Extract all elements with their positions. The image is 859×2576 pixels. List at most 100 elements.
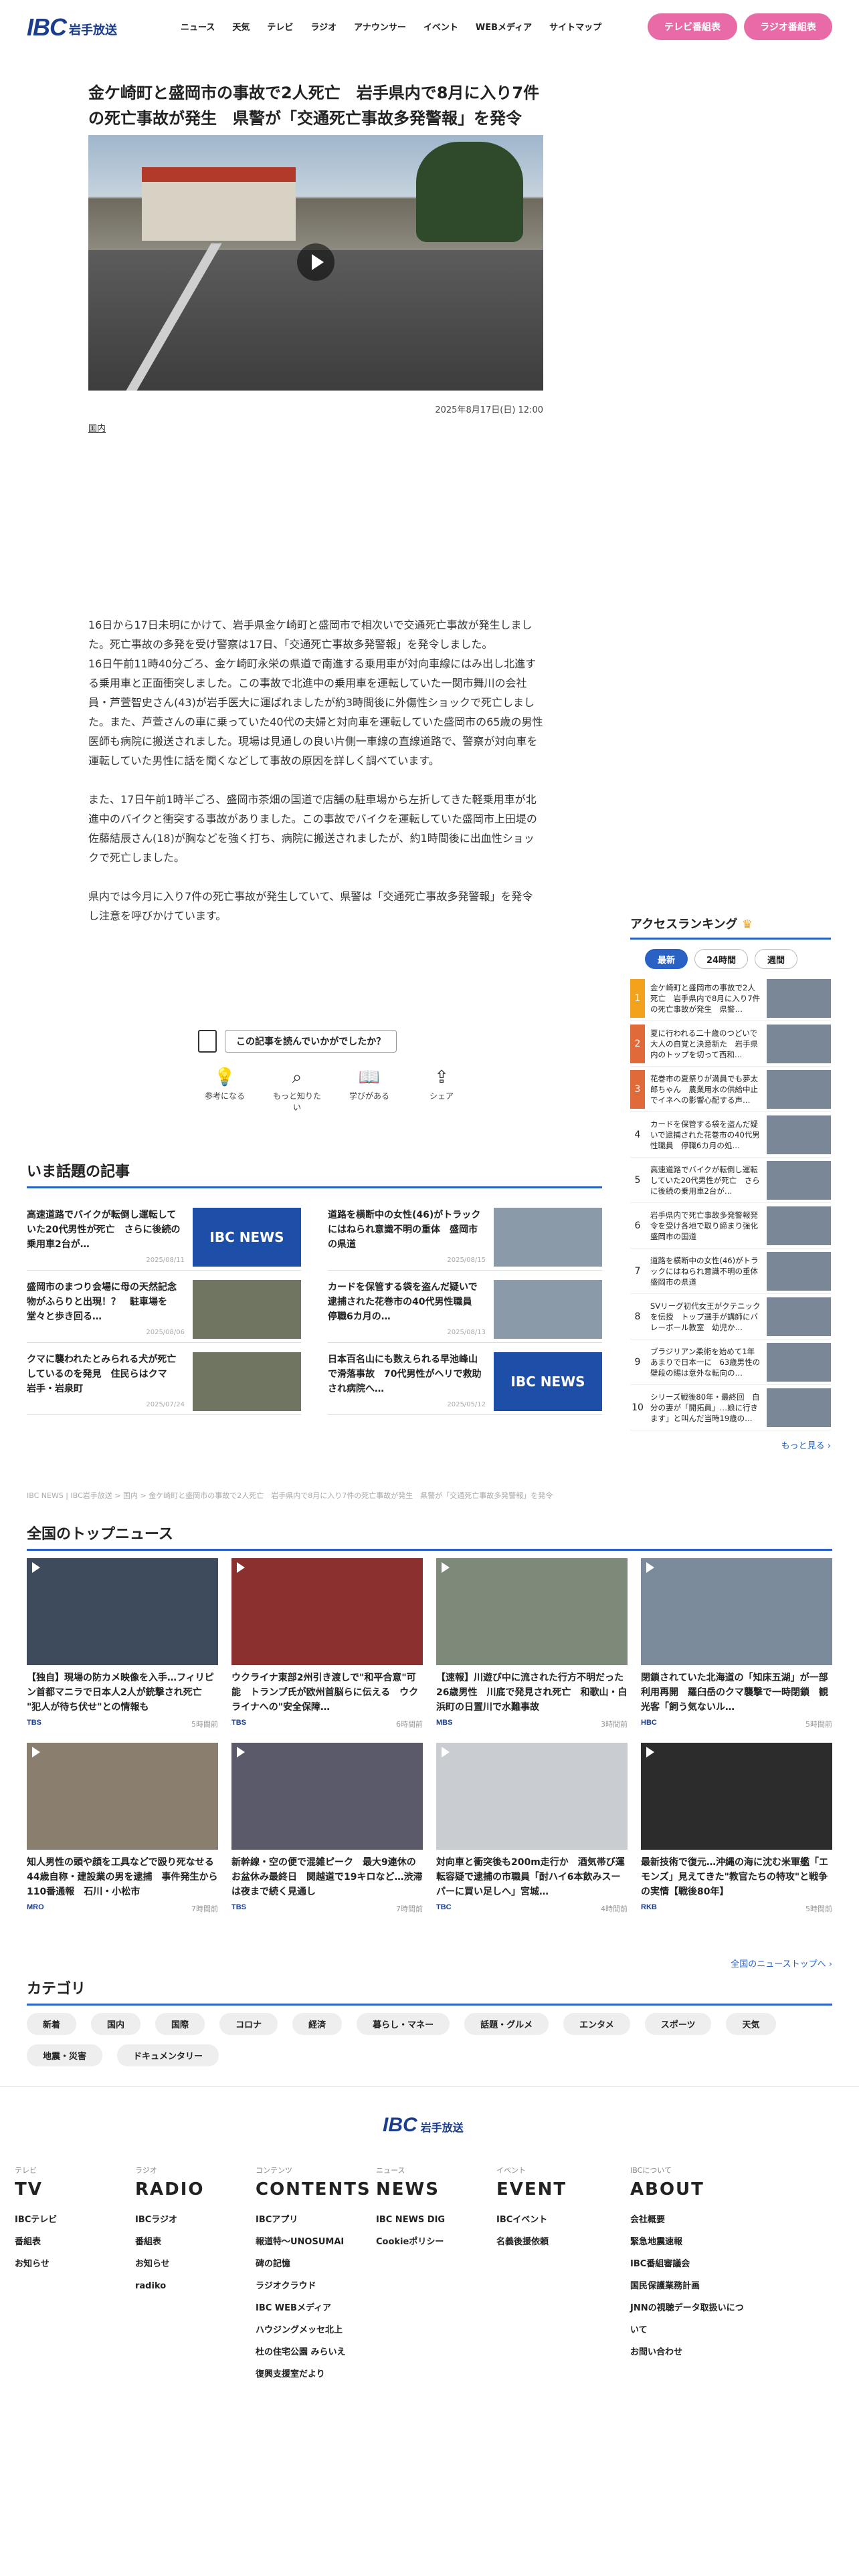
news-source-logo: TBS: [27, 1719, 41, 1727]
category-chip[interactable]: 天気: [726, 2013, 776, 2035]
footer-link[interactable]: 番組表: [135, 2231, 256, 2253]
trending-item[interactable]: 日本百名山にも数えられる早池峰山で滑落事故 70代男性がヘリで救助され病院へ… 2…: [328, 1343, 602, 1415]
radio-schedule-button[interactable]: ラジオ番組表: [744, 13, 832, 40]
category-chip[interactable]: エンタメ: [563, 2013, 630, 2035]
national-news-card[interactable]: 知人男性の頭や顔を工具などで殴り死なせる 44歳自称・建設業の男を逮捕 事件発生…: [27, 1743, 218, 1914]
trending-item[interactable]: 高速道路でバイクが転倒し運転していた20代男性が死亡 さらに後続の乗用車2台が……: [27, 1198, 301, 1271]
footer-link[interactable]: お問い合わせ: [630, 2341, 751, 2363]
news-age: 7時間前: [191, 1905, 218, 1913]
footer-link[interactable]: 国民保護業務計画: [630, 2275, 751, 2297]
nav-item[interactable]: イベント: [423, 20, 458, 33]
ranking-thumbnail: [767, 1160, 831, 1200]
footer-link[interactable]: IBC番組審議会: [630, 2253, 751, 2275]
nav-item[interactable]: アナウンサー: [354, 20, 406, 33]
category-chip[interactable]: ドキュメンタリー: [117, 2044, 219, 2066]
national-news-card[interactable]: ウクライナ東部2州引き渡しで"和平合意"可能 トランプ氏が欧州首脳らに伝える ウ…: [231, 1558, 423, 1729]
site-footer: IBC 岩手放送 テレビ TV IBCテレビ 番組表 お知らせ ラジオ RADIO IBCラジ…: [0, 2086, 859, 2576]
logo-text: 岩手放送: [69, 23, 117, 37]
article-paragraph: また、17日午前1時半ごろ、盛岡市茶畑の国道で店舗の駐車場から左折してきた軽乗用…: [88, 793, 537, 864]
footer-link[interactable]: お知らせ: [135, 2253, 256, 2275]
ranking-title: 金ケ崎町と盛岡市の事故で2人死亡 岩手県内で8月に入り7件の死亡事故が発生 県警…: [650, 982, 761, 1014]
footer-link[interactable]: 復興支援室だより: [256, 2363, 376, 2385]
site-logo[interactable]: IBC 岩手放送: [27, 13, 117, 41]
tv-schedule-button[interactable]: テレビ番組表: [648, 13, 737, 40]
national-news-card[interactable]: 【速報】川遊び中に流された行方不明だった26歳男性 川底で発見され死亡 和歌山・…: [436, 1558, 628, 1729]
reaction-share[interactable]: ⇪ シェア: [415, 1067, 468, 1113]
footer-logo-mark: IBC: [383, 2114, 417, 2136]
category-chip[interactable]: 地震・災害: [27, 2044, 103, 2066]
category-chip[interactable]: スポーツ: [644, 2013, 712, 2035]
video-player[interactable]: [88, 135, 543, 391]
category-chip[interactable]: コロナ: [219, 2013, 278, 2035]
ranking-item[interactable]: 3 花巻市の夏祭りが満員でも夢太郎ちゃん 農業用水の供給中止でイネへの影響心配する…: [630, 1067, 831, 1112]
footer-link[interactable]: Cookieポリシー: [376, 2231, 496, 2253]
footer-link[interactable]: radiko: [135, 2275, 256, 2297]
news-age: 5時間前: [191, 1720, 218, 1729]
ranking-item[interactable]: 6 岩手県内で死亡事故多発警報発令を受け各地で取り締まり強化 盛岡市の国道: [630, 1203, 831, 1249]
national-news-card[interactable]: 最新技術で復元…沖縄の海に沈む米軍艦「エモンズ」見えてきた"教官たちの特攻"と戦…: [641, 1743, 832, 1914]
nav-item[interactable]: ニュース: [181, 20, 215, 33]
ranking-item[interactable]: 4 カードを保管する袋を盗んだ疑いで逮捕された花巻市の40代男性職員 停職6カ月の…: [630, 1112, 831, 1158]
category-chip[interactable]: 国際: [155, 2013, 205, 2035]
reaction-know-more[interactable]: ⌕ もっと知りたい: [270, 1067, 324, 1113]
feedback-question: この記事を読んでいかがでしたか？: [225, 1030, 397, 1053]
national-news-card[interactable]: 対向車と衝突後も200m走行か 酒気帯び運転容疑で逮捕の市職員「酎ハイ6本飲みス…: [436, 1743, 628, 1914]
national-news-card[interactable]: 【独自】現場の防カメ映像を入手…フィリピン首都マニラで日本人2人が銃撃され死亡 …: [27, 1558, 218, 1729]
footer-logo[interactable]: IBC 岩手放送: [383, 2114, 464, 2137]
play-icon[interactable]: [297, 243, 335, 281]
nav-item[interactable]: WEBメディア: [476, 20, 532, 33]
reaction-helpful[interactable]: 💡 参考になる: [198, 1067, 252, 1113]
crown-icon: ♛: [741, 918, 753, 932]
ranking-number: 1: [630, 978, 645, 1018]
ranking-item[interactable]: 5 高速道路でバイクが転倒し運転していた20代男性が死亡 さらに後続の乗用車2台が…: [630, 1158, 831, 1203]
tab-latest[interactable]: 最新: [645, 949, 688, 969]
ranking-item[interactable]: 9 ブラジリアン柔術を始めて1年あまりで日本一に 63歳男性の壁段の賜は意外な転向…: [630, 1339, 831, 1385]
ranking-item[interactable]: 10 シリーズ戦後80年・最終回 自分の妻が「開拓員」…娘に行きます」と叫んだ当時…: [630, 1385, 831, 1430]
nav-item[interactable]: サイトマップ: [549, 20, 601, 33]
footer-link[interactable]: お知らせ: [15, 2253, 135, 2275]
national-news-card[interactable]: 新幹線・空の便で混雑ピーク 最大9連休のお盆休み最終日 関越道で19キロなど…渋…: [231, 1743, 423, 1914]
tab-weekly[interactable]: 週間: [755, 949, 797, 969]
footer-link[interactable]: 番組表: [15, 2231, 135, 2253]
category-chip[interactable]: 国内: [91, 2013, 141, 2035]
category-chip[interactable]: 新着: [27, 2013, 77, 2035]
category-chip[interactable]: 話題・グルメ: [464, 2013, 549, 2035]
footer-link[interactable]: IBC NEWS DIG: [376, 2209, 496, 2231]
footer-link[interactable]: 杜の住宅公園 みらいえ: [256, 2341, 376, 2363]
trending-item[interactable]: カードを保管する袋を盗んだ疑いで逮捕された花巻市の40代男性職員 停職6カ月の……: [328, 1271, 602, 1343]
footer-link[interactable]: JNNの視聴データ取扱いについて: [630, 2297, 751, 2341]
nav-item[interactable]: テレビ: [267, 20, 293, 33]
national-news-card[interactable]: 閉鎖されていた北海道の「知床五湖」が一部利用再開 羅臼岳のクマ襲撃で一時閉鎖 観…: [641, 1558, 832, 1729]
category-chip[interactable]: 経済: [292, 2013, 343, 2035]
trending-item[interactable]: 盛岡市のまつり会場に母の天然記念物がふらりと出現！？ 駐車場を堂々と歩き回る… 2…: [27, 1271, 301, 1343]
ranking-item[interactable]: 7 道路を横断中の女性(46)がトラックにはねられ意識不明の重体 盛岡市の県道: [630, 1249, 831, 1294]
footer-link[interactable]: IBCイベント: [496, 2209, 630, 2231]
category-chip[interactable]: 暮らし・マネー: [357, 2013, 450, 2035]
news-source-logo: TBS: [231, 1903, 246, 1911]
footer-link[interactable]: IBCアプリ: [256, 2209, 376, 2231]
footer-link[interactable]: IBC WEBメディア: [256, 2297, 376, 2319]
trending-item[interactable]: 道路を横断中の女性(46)がトラックにはねられ意識不明の重体 盛岡市の県道 202…: [328, 1198, 602, 1271]
trending-item[interactable]: クマに襲われたとみられる犬が死亡しているのを発見 住民らはクマ 岩手・岩泉町 20…: [27, 1343, 301, 1415]
ranking-item[interactable]: 2 夏に行われる二十歳のつどいで大人の自覚と決意新た 岩手県内のトップを切って西和…: [630, 1021, 831, 1067]
ranking-item[interactable]: 8 SVリーグ初代女王がクテニックを伝授 トップ選手が講師にバレーボール教室 幼児…: [630, 1294, 831, 1339]
nav-item[interactable]: ラジオ: [310, 20, 337, 33]
tab-24h[interactable]: 24時間: [694, 949, 748, 969]
footer-link[interactable]: IBCラジオ: [135, 2209, 256, 2231]
article-category-link[interactable]: 国内: [88, 421, 106, 434]
footer-link[interactable]: 名義後援依頼: [496, 2231, 630, 2253]
ranking-more-link[interactable]: もっと見る ›: [630, 1438, 831, 1451]
reaction-learning[interactable]: 📖 学びがある: [343, 1067, 396, 1113]
footer-link[interactable]: 碑の記憶: [256, 2253, 376, 2275]
footer-link[interactable]: 報道特～UNOSUMAI: [256, 2231, 376, 2253]
footer-link[interactable]: ハウジングメッセ北上: [256, 2319, 376, 2341]
all-news-link[interactable]: 全国のニューストップへ ›: [731, 1957, 832, 1969]
footer-link[interactable]: ラジオクラウド: [256, 2275, 376, 2297]
news-headline: 新幹線・空の便で混雑ピーク 最大9連休のお盆休み最終日 関越道で19キロなど…渋…: [231, 1857, 423, 1897]
trending-date: 2025/08/06: [146, 1329, 185, 1336]
footer-link[interactable]: 緊急地震速報: [630, 2231, 751, 2253]
ranking-item[interactable]: 1 金ケ崎町と盛岡市の事故で2人死亡 岩手県内で8月に入り7件の死亡事故が発生 県…: [630, 976, 831, 1021]
footer-link[interactable]: IBCテレビ: [15, 2209, 135, 2231]
footer-link[interactable]: 会社概要: [630, 2209, 751, 2231]
nav-item[interactable]: 天気: [232, 20, 250, 33]
